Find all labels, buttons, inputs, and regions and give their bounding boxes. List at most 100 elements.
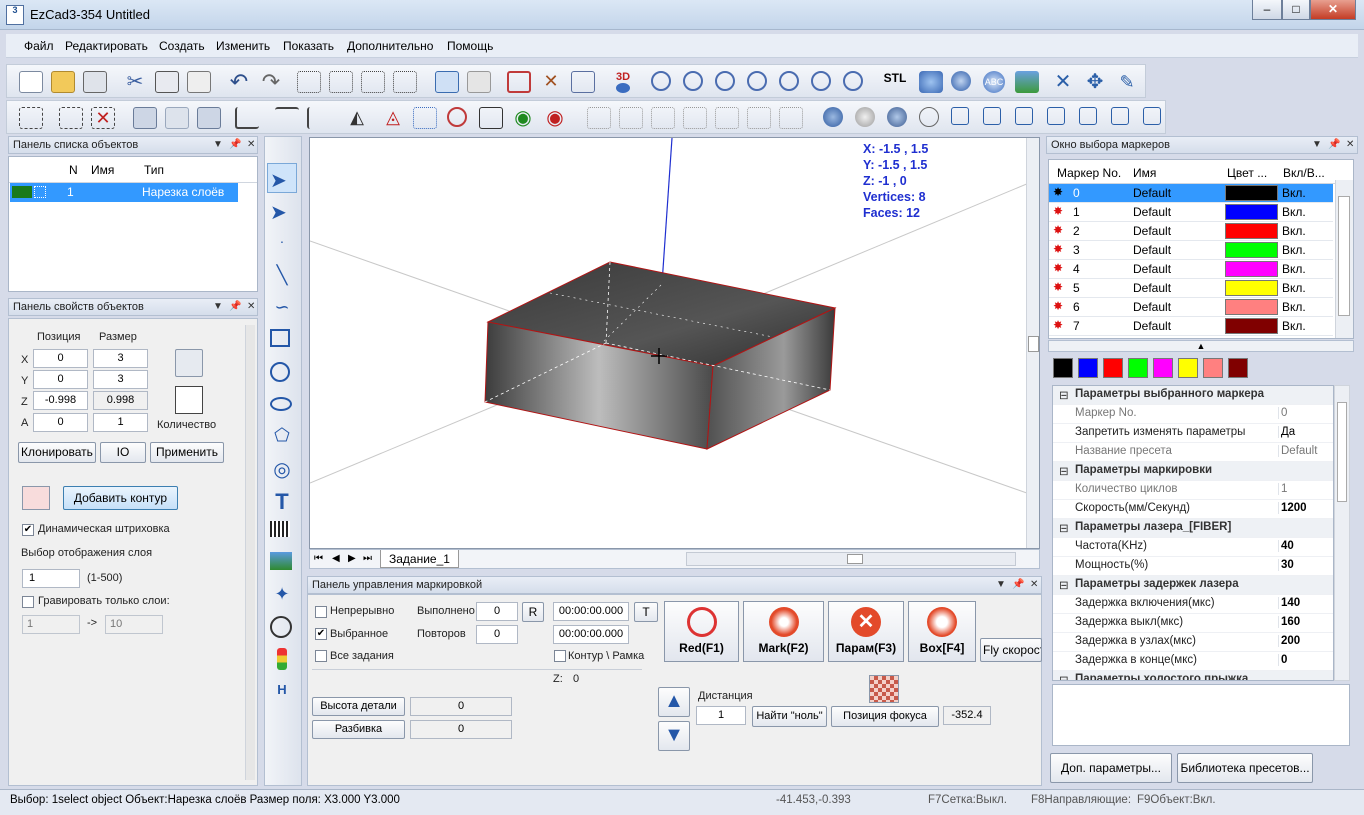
new-file-icon[interactable] bbox=[19, 71, 43, 93]
barcode-icon[interactable] bbox=[270, 521, 290, 537]
align-left-icon[interactable] bbox=[587, 107, 611, 129]
color-swatch[interactable] bbox=[1103, 358, 1123, 378]
mark-f2-button[interactable]: Mark(F2) bbox=[743, 601, 824, 662]
clone-button[interactable]: Клонировать bbox=[18, 442, 96, 463]
marker-on[interactable]: Вкл. bbox=[1282, 186, 1306, 200]
distribute-v-icon[interactable] bbox=[779, 107, 803, 129]
stl-icon[interactable]: STL bbox=[883, 71, 907, 93]
dropdown-icon[interactable]: ▼ bbox=[213, 139, 223, 150]
mesh-sphere-icon[interactable] bbox=[887, 107, 907, 127]
marker-on[interactable]: Вкл. bbox=[1282, 319, 1306, 333]
marker-color[interactable] bbox=[1225, 242, 1278, 258]
fly-speed-button[interactable]: Fly скорость bbox=[980, 638, 1042, 662]
distance-field[interactable]: 1 bbox=[696, 706, 746, 725]
x-size-field[interactable]: 3 bbox=[93, 349, 148, 368]
vector-file-icon[interactable]: ✦ bbox=[270, 584, 294, 608]
focus-pattern-icon[interactable] bbox=[869, 675, 899, 703]
zoom-in-icon[interactable] bbox=[683, 71, 703, 91]
save-icon[interactable] bbox=[83, 71, 107, 93]
copy-icon[interactable] bbox=[155, 71, 179, 93]
align-bottom-icon[interactable] bbox=[683, 107, 707, 129]
image-icon[interactable] bbox=[1015, 71, 1039, 93]
select-check-icon[interactable] bbox=[19, 107, 43, 129]
property-row[interactable]: Название пресета Default bbox=[1053, 443, 1333, 462]
property-row[interactable]: Мощность(%) 30 bbox=[1053, 557, 1333, 576]
menu-modify[interactable]: Изменить bbox=[216, 39, 270, 53]
collapse-icon[interactable]: ⊟ bbox=[1059, 673, 1069, 680]
spiral-icon[interactable]: ◎ bbox=[270, 457, 294, 481]
property-value[interactable]: 30 bbox=[1278, 559, 1294, 571]
dropdown-icon[interactable]: ▼ bbox=[1312, 139, 1322, 150]
property-value[interactable]: Да bbox=[1278, 426, 1295, 438]
marker-scrollbar[interactable] bbox=[1335, 180, 1353, 338]
marker-on[interactable]: Вкл. bbox=[1282, 224, 1306, 238]
color-swatch[interactable] bbox=[1178, 358, 1198, 378]
align-top-icon[interactable] bbox=[275, 107, 299, 129]
marker-color[interactable] bbox=[1225, 204, 1278, 220]
cube-view1-icon[interactable] bbox=[951, 107, 969, 125]
marker-color[interactable] bbox=[1225, 185, 1278, 201]
pen-icon[interactable]: ✎ bbox=[1115, 71, 1139, 93]
color-swatch[interactable] bbox=[1053, 358, 1073, 378]
focus-position-button[interactable]: Позиция фокуса bbox=[831, 706, 939, 727]
maximize-button[interactable]: □ bbox=[1282, 0, 1310, 20]
pointer-icon[interactable]: ➤ bbox=[270, 168, 294, 192]
show-eye-icon[interactable]: ◉ bbox=[511, 107, 535, 129]
align-icon[interactable] bbox=[235, 107, 259, 129]
y-size-field[interactable]: 3 bbox=[93, 370, 148, 389]
align-hcenter-icon[interactable] bbox=[619, 107, 643, 129]
close-icon[interactable]: ✕ bbox=[247, 139, 255, 150]
cut-icon[interactable]: ✂ bbox=[123, 71, 147, 93]
marker-row[interactable]: ✸ 0 Default Вкл. bbox=[1049, 184, 1333, 203]
marker-row[interactable]: ✸ 5 Default Вкл. bbox=[1049, 279, 1333, 298]
align-vcenter-icon[interactable] bbox=[715, 107, 739, 129]
repeat-field[interactable]: 0 bbox=[476, 625, 518, 644]
wire-sphere-icon[interactable] bbox=[823, 107, 843, 127]
property-scrollbar[interactable] bbox=[1334, 385, 1350, 681]
status-guides[interactable]: F8Направляющие: bbox=[1031, 794, 1131, 806]
property-value[interactable]: 1 bbox=[1278, 483, 1287, 495]
find-zero-button[interactable]: Найти "ноль" bbox=[752, 706, 827, 727]
layer-spinner[interactable]: 1 bbox=[22, 569, 80, 588]
col-marker-on[interactable]: Вкл/В... bbox=[1283, 166, 1325, 180]
hatch-icon[interactable] bbox=[507, 71, 531, 93]
target-icon[interactable] bbox=[447, 107, 467, 127]
param-f3-button[interactable]: ✕ Парам(F3) bbox=[828, 601, 904, 662]
group-icon[interactable] bbox=[297, 71, 321, 93]
menu-file[interactable]: Файл bbox=[24, 39, 54, 53]
a-position-field[interactable]: 0 bbox=[33, 413, 88, 432]
color-swatch[interactable] bbox=[1228, 358, 1248, 378]
collapse-icon[interactable]: ⊟ bbox=[1059, 521, 1069, 535]
node-edit-icon[interactable]: ➤ bbox=[270, 200, 294, 224]
marker-row[interactable]: ✸ 3 Default Вкл. bbox=[1049, 241, 1333, 260]
marker-color[interactable] bbox=[1225, 280, 1278, 296]
property-row[interactable]: Задержка выкл(мкс) 160 bbox=[1053, 614, 1333, 633]
collapse-icon[interactable]: ⊟ bbox=[1059, 464, 1069, 478]
apply-button[interactable]: Применить bbox=[150, 442, 224, 463]
close-button[interactable]: ✕ bbox=[1310, 0, 1356, 20]
io-button[interactable]: IO bbox=[100, 442, 146, 463]
cube-view4-icon[interactable] bbox=[1047, 107, 1065, 125]
part-height-button[interactable]: Высота детали bbox=[312, 697, 405, 716]
color-swatch[interactable] bbox=[1203, 358, 1223, 378]
uncombine-icon[interactable] bbox=[393, 71, 417, 93]
property-value[interactable]: 200 bbox=[1278, 635, 1300, 647]
menu-edit[interactable]: Редактировать bbox=[65, 39, 148, 53]
dropdown-icon[interactable]: ▼ bbox=[996, 579, 1006, 590]
marker-color[interactable] bbox=[1225, 299, 1278, 315]
minimize-button[interactable]: – bbox=[1252, 0, 1282, 20]
cube-view7-icon[interactable] bbox=[1143, 107, 1161, 125]
marker-color[interactable] bbox=[1225, 318, 1278, 334]
model-icon[interactable] bbox=[919, 71, 943, 93]
property-value[interactable]: 0 bbox=[1278, 407, 1287, 419]
property-category[interactable]: ⊟ Параметры маркировки bbox=[1053, 462, 1333, 481]
close-icon[interactable]: ✕ bbox=[247, 301, 255, 312]
cross-tool-icon[interactable]: ✕ bbox=[1051, 71, 1075, 93]
zoom-icon[interactable] bbox=[651, 71, 671, 91]
dropdown-icon[interactable]: ▼ bbox=[213, 301, 223, 312]
color-swatch[interactable] bbox=[1153, 358, 1173, 378]
marker-row[interactable]: ✸ 4 Default Вкл. bbox=[1049, 260, 1333, 279]
undo-icon[interactable]: ↶ bbox=[227, 71, 251, 93]
line-icon[interactable]: ╲ bbox=[270, 265, 294, 289]
viewport-hscroll[interactable] bbox=[686, 552, 1016, 566]
